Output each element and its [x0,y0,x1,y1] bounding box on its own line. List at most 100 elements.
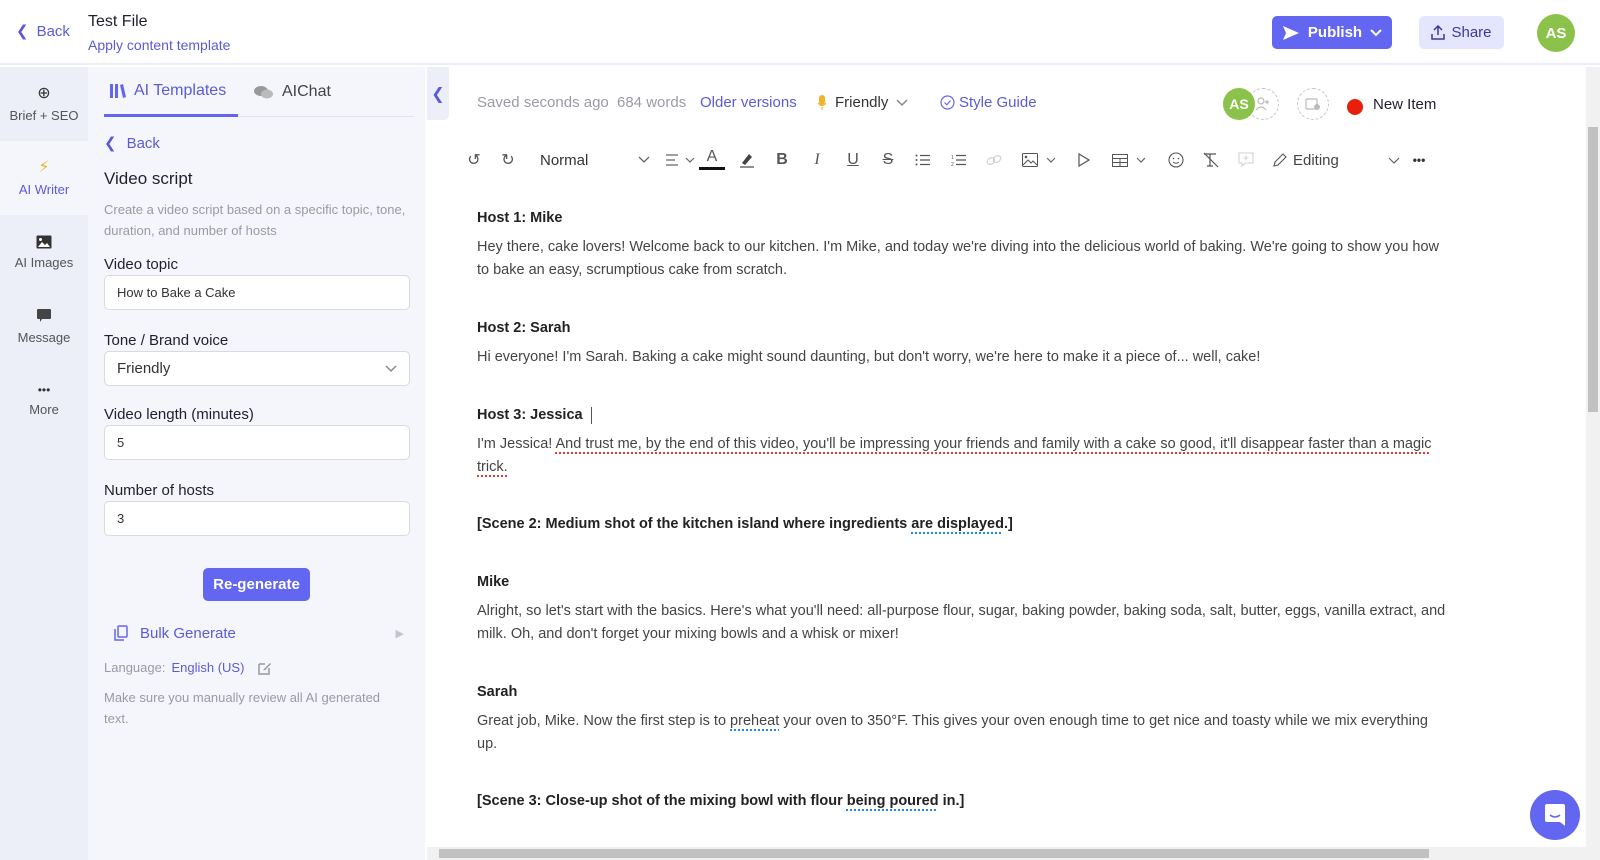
tone-value: Friendly [835,94,889,111]
align-button[interactable] [662,145,698,175]
hosts-input[interactable]: 3 [104,501,410,536]
chevron-down-icon [1388,157,1400,164]
comment-add-icon [1238,152,1254,168]
share-button[interactable]: Share [1419,16,1504,49]
chevron-down-icon [1370,28,1382,36]
language-link[interactable]: English (US) [171,660,244,675]
script-block: Host 3: Jessica I'm Jessica! And trust m… [477,404,1452,479]
edit-icon[interactable] [258,661,272,675]
tone-select[interactable]: Friendly [104,351,410,386]
user-avatar[interactable]: AS [1537,14,1575,52]
regenerate-button[interactable]: Re-generate [203,568,310,601]
nav-label: More [29,401,59,417]
strikethrough-button[interactable]: S [878,145,898,175]
template-title: Video script [104,169,193,188]
numbered-list-button[interactable]: 12 [948,145,970,175]
chevron-down-icon [896,98,908,106]
back-label: Back [36,22,70,40]
dialogue-text: Great job, Mike. Now the first step is t… [477,710,1452,756]
bold-icon: B [776,151,788,168]
horizontal-scroll-thumb[interactable] [439,849,1429,858]
nav-item-more[interactable]: ••• More [0,363,88,437]
redo-button[interactable]: ↻ [498,145,518,175]
clear-format-button[interactable] [1200,145,1222,175]
collapse-panel-button[interactable]: ❮ [427,67,449,120]
video-topic-label: Video topic [104,256,178,273]
tone-label: Tone / Brand voice [104,332,229,349]
highlight-button[interactable] [736,145,758,175]
nav-label: Message [17,329,71,345]
back-button[interactable]: ❮ Back [16,22,70,41]
more-options-button[interactable]: ••• [1408,145,1430,175]
table-button[interactable] [1108,145,1150,175]
share-label: Share [1451,24,1492,41]
grammar-flag[interactable]: And trust me, by the end of this video, … [477,436,1432,475]
publish-label: Publish [1307,24,1363,41]
style-flag[interactable]: are displayed [911,516,1004,532]
strikethrough-icon: S [882,151,894,168]
svg-text:1: 1 [951,155,954,161]
video-topic-input[interactable]: How to Bake a Cake [104,275,410,310]
undo-button[interactable]: ↺ [464,145,484,175]
tab-ai-templates[interactable]: AI Templates [104,67,238,117]
style-guide-link[interactable]: Style Guide [940,94,1037,111]
dialogue-text: I'm Jessica! And trust me, by the end of… [477,433,1452,479]
apply-template-link[interactable]: Apply content template [88,37,230,53]
check-circle-icon [940,95,955,110]
horizontal-scrollbar[interactable] [427,847,1586,860]
nav-item-ai-images[interactable]: AI Images [0,215,88,289]
add-comment-button[interactable] [1235,145,1257,175]
media-button[interactable] [1074,145,1094,175]
image-insert-button[interactable] [1018,145,1060,175]
text-style-value: Normal [540,151,589,169]
status-label[interactable]: New Item [1373,96,1436,113]
speaker-name: Host 3: Jessica [477,407,583,423]
collaborator-avatar[interactable]: AS [1223,88,1255,120]
clear-format-icon [1203,152,1219,168]
add-user-icon [1255,97,1269,111]
emoji-button[interactable] [1165,145,1187,175]
speaker-heading: Mike [477,574,510,590]
panel-back-button[interactable]: ❮ Back [104,134,160,153]
support-chat-button[interactable] [1530,790,1580,840]
link-button[interactable] [983,145,1005,175]
chevron-down-icon [685,157,695,163]
style-flag[interactable]: being poured [847,793,939,809]
nav-item-message[interactable]: Message [0,289,88,363]
vertical-scrollbar[interactable] [1586,67,1600,860]
bulk-generate-button[interactable]: Bulk Generate ▶ [114,615,404,651]
editing-mode-value: Editing [1293,151,1339,169]
older-versions-link[interactable]: Older versions [700,94,797,111]
vertical-scroll-thumb[interactable] [1588,127,1598,412]
bold-button[interactable]: B [772,145,792,175]
bullet-list-button[interactable] [912,145,934,175]
link-icon [986,155,1002,165]
bulk-generate-label: Bulk Generate [140,624,236,642]
editing-mode-select[interactable]: Editing [1272,145,1400,175]
scene-segment: [Scene 2: Medium shot of the kitchen isl… [477,516,912,532]
tab-aichat[interactable]: AIChat [254,67,331,117]
nav-item-brief-seo[interactable]: ⊕ Brief + SEO [0,67,88,141]
publish-button[interactable]: Publish [1272,16,1392,49]
text-style-select[interactable]: Normal [540,145,650,175]
image-icon [36,235,52,248]
underline-button[interactable]: U [843,145,863,175]
nav-label: AI Writer [18,181,70,197]
chevron-down-icon [1046,157,1056,163]
speaker-heading: Sarah [477,684,518,700]
template-description: Create a video script based on a specifi… [104,202,406,238]
speaker-heading: Host 2: Sarah [477,320,571,336]
style-flag[interactable]: preheat [730,713,779,729]
video-length-input[interactable]: 5 [104,425,410,460]
font-color-button[interactable]: A [698,145,726,175]
tone-dropdown[interactable]: Friendly [817,94,908,111]
top-bar: ❮ Back Test File Apply content template … [0,0,1600,65]
schedule-button[interactable] [1297,88,1329,120]
scene-text: [Scene 3: Close-up shot of the mixing bo… [477,790,1452,813]
save-status: Saved seconds ago [477,94,609,111]
nav-item-ai-writer[interactable]: ⚡ AI Writer [0,141,88,215]
italic-button[interactable]: I [807,145,827,175]
play-arrow-icon: ▶ [395,627,404,640]
underline-icon: U [847,151,859,168]
italic-icon: I [814,151,820,168]
